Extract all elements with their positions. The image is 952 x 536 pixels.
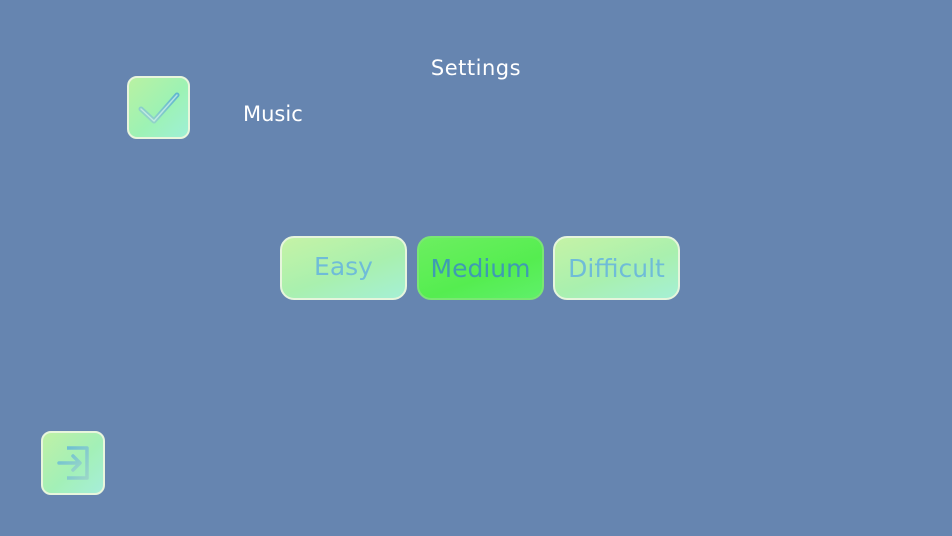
exit-button[interactable] xyxy=(41,431,105,495)
difficulty-medium-button[interactable]: Medium xyxy=(417,236,544,300)
difficulty-difficult-button[interactable]: Difficult xyxy=(553,236,680,300)
difficulty-selector: Easy Medium Difficult xyxy=(280,236,680,300)
difficulty-easy-button[interactable]: Easy xyxy=(280,236,407,300)
music-toggle-checkbox[interactable] xyxy=(127,76,190,139)
checkmark-icon xyxy=(138,92,179,123)
exit-icon xyxy=(57,446,89,480)
music-label: Music xyxy=(243,102,303,126)
